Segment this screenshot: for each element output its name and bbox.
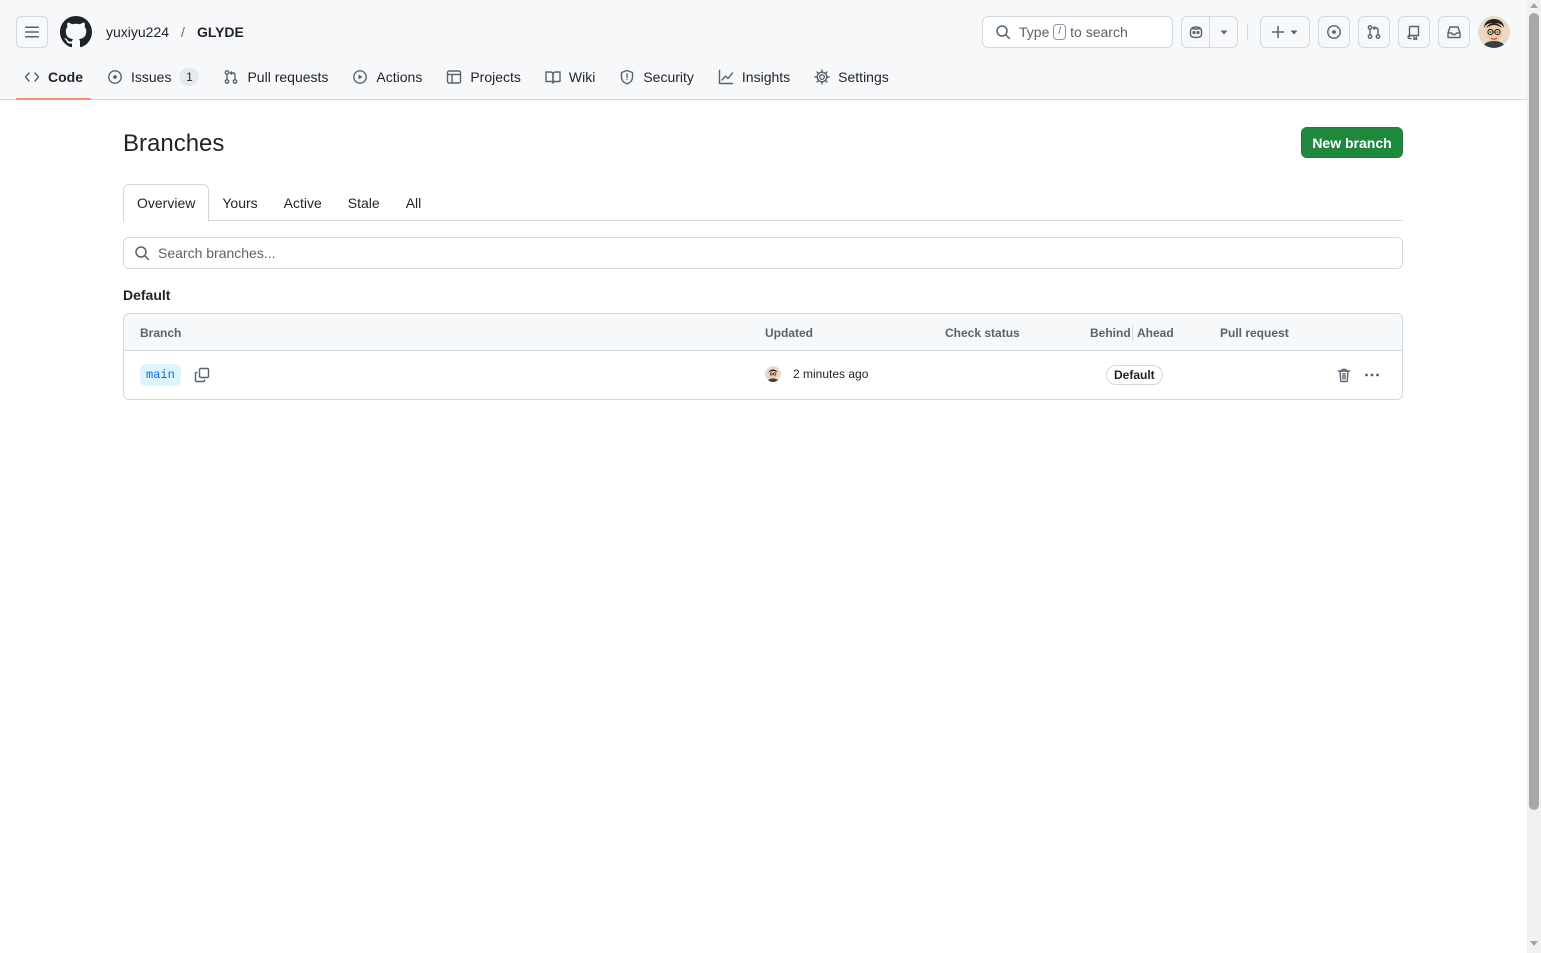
search-placeholder-suffix: to search bbox=[1070, 24, 1128, 40]
breadcrumb: yuxiyu224 / GLYDE bbox=[106, 23, 244, 41]
search-placeholder-prefix: Type bbox=[1019, 24, 1050, 40]
tab-all[interactable]: All bbox=[393, 184, 435, 221]
git-pull-request-icon bbox=[223, 69, 239, 85]
app-header: yuxiyu224 / GLYDE Type / to search Code … bbox=[0, 0, 1527, 100]
column-header-behind: Behind bbox=[1090, 326, 1131, 340]
column-header-check-status: Check status bbox=[945, 326, 1020, 340]
committer-avatar[interactable] bbox=[765, 366, 781, 382]
breadcrumb-owner-link[interactable]: yuxiyu224 bbox=[106, 23, 169, 41]
search-branches-input[interactable] bbox=[158, 245, 1358, 261]
tab-overview[interactable]: Overview bbox=[123, 184, 210, 222]
issue-opened-icon bbox=[107, 69, 123, 85]
tab-stale[interactable]: Stale bbox=[335, 184, 393, 221]
tab-projects[interactable]: Projects bbox=[438, 60, 529, 94]
table-icon bbox=[446, 69, 462, 85]
tab-actions-label: Actions bbox=[376, 69, 423, 85]
plus-icon bbox=[1271, 25, 1285, 39]
default-section-title: Default bbox=[123, 287, 171, 303]
column-header-branch: Branch bbox=[140, 326, 182, 340]
search-branches-field bbox=[123, 237, 1403, 269]
graph-icon bbox=[718, 69, 734, 85]
tab-code-label: Code bbox=[48, 69, 83, 85]
tab-active[interactable]: Active bbox=[271, 184, 335, 221]
search-icon bbox=[995, 24, 1011, 40]
tab-insights-label: Insights bbox=[741, 69, 791, 85]
branch-filter-tabs: Overview Yours Active Stale All bbox=[123, 184, 1403, 222]
code-icon bbox=[24, 69, 40, 85]
kebab-horizontal-icon[interactable] bbox=[1362, 365, 1382, 385]
table-row: main 2 minutes ago Default bbox=[124, 351, 1402, 399]
column-header-ahead: Ahead bbox=[1137, 326, 1174, 340]
new-branch-button[interactable]: New branch bbox=[1301, 127, 1403, 158]
pull-requests-icon[interactable] bbox=[1358, 16, 1390, 48]
tab-settings-label: Settings bbox=[838, 69, 889, 85]
issues-counter-badge: 1 bbox=[179, 68, 200, 86]
tab-issues-label: Issues bbox=[131, 69, 172, 85]
scrollbar-thumb[interactable] bbox=[1529, 13, 1539, 810]
repo-navigation: Code Issues 1 Pull requests Actions Proj… bbox=[16, 60, 905, 100]
page-title: Branches bbox=[123, 130, 225, 157]
tab-settings[interactable]: Settings bbox=[806, 60, 897, 94]
user-avatar[interactable] bbox=[1478, 16, 1510, 48]
issues-icon[interactable] bbox=[1318, 16, 1350, 48]
tab-insights[interactable]: Insights bbox=[710, 60, 798, 94]
tab-wiki[interactable]: Wiki bbox=[537, 60, 603, 94]
gear-icon bbox=[814, 69, 830, 85]
tab-yours[interactable]: Yours bbox=[209, 184, 270, 221]
menu-icon[interactable] bbox=[16, 16, 48, 48]
column-header-pull-request: Pull request bbox=[1220, 326, 1289, 340]
branch-name-link[interactable]: main bbox=[140, 364, 181, 386]
repositories-icon[interactable] bbox=[1398, 16, 1430, 48]
behind-ahead-divider bbox=[1132, 325, 1133, 341]
tab-pull-requests-label: Pull requests bbox=[247, 69, 329, 85]
copilot-button-group bbox=[1181, 16, 1238, 48]
play-icon bbox=[352, 69, 368, 85]
search-icon bbox=[134, 245, 150, 261]
tab-code[interactable]: Code bbox=[16, 60, 91, 100]
trash-icon[interactable] bbox=[1334, 365, 1354, 385]
copilot-dropdown-chevron-down-icon[interactable] bbox=[1209, 17, 1237, 47]
tab-wiki-label: Wiki bbox=[568, 69, 596, 85]
scroll-up-arrow-icon[interactable] bbox=[1530, 3, 1538, 8]
breadcrumb-repo-link[interactable]: GLYDE bbox=[197, 23, 244, 41]
updated-cell: 2 minutes ago bbox=[765, 366, 868, 382]
vertical-scrollbar[interactable] bbox=[1527, 0, 1541, 953]
copy-icon[interactable] bbox=[192, 365, 212, 385]
column-header-updated: Updated bbox=[765, 326, 813, 340]
updated-time: 2 minutes ago bbox=[793, 367, 869, 381]
shield-icon bbox=[619, 69, 635, 85]
tab-security-label: Security bbox=[643, 69, 694, 85]
default-branch-label: Default bbox=[1106, 365, 1163, 385]
breadcrumb-separator: / bbox=[181, 24, 185, 40]
create-new-button[interactable] bbox=[1260, 16, 1310, 48]
tab-security[interactable]: Security bbox=[611, 60, 702, 94]
tab-actions[interactable]: Actions bbox=[344, 60, 430, 94]
global-search-input[interactable]: Type / to search bbox=[982, 16, 1173, 48]
inbox-icon[interactable] bbox=[1438, 16, 1470, 48]
tab-pull-requests[interactable]: Pull requests bbox=[215, 60, 336, 94]
book-icon bbox=[545, 69, 561, 85]
table-header: Branch Updated Check status Behind Ahead… bbox=[124, 314, 1402, 351]
branch-table: Branch Updated Check status Behind Ahead… bbox=[123, 313, 1403, 400]
scroll-down-arrow-icon[interactable] bbox=[1530, 941, 1538, 946]
github-logo-icon[interactable] bbox=[60, 16, 92, 48]
tab-issues[interactable]: Issues 1 bbox=[99, 60, 207, 94]
chevron-down-icon bbox=[1289, 27, 1299, 37]
tab-projects-label: Projects bbox=[470, 69, 521, 85]
search-shortcut-key: / bbox=[1053, 24, 1067, 40]
header-divider bbox=[1247, 24, 1248, 40]
copilot-icon[interactable] bbox=[1182, 17, 1209, 47]
